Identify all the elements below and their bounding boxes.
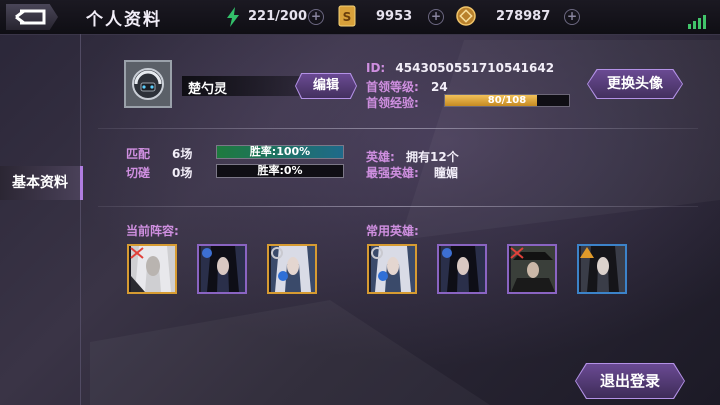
hero-card[interactable] [507, 244, 557, 294]
strongest-hero-name: 瞳媚 [434, 166, 459, 180]
divider [98, 128, 698, 129]
heroes-owned: 拥有12个 [406, 150, 459, 164]
change-avatar-button[interactable]: 更换头像 [588, 70, 682, 98]
exp-progress-bar: 80/108 [444, 94, 570, 107]
plus-icon: + [428, 9, 444, 25]
energy-value: 221/200 [248, 9, 308, 24]
spar-count: 0场 [172, 166, 193, 180]
hero-card[interactable] [197, 244, 247, 294]
hero-card[interactable] [577, 244, 627, 294]
match-winrate-text: 胜率:100% [249, 145, 311, 158]
avatar[interactable] [124, 60, 172, 108]
plus-icon: + [564, 9, 580, 25]
logout-button[interactable]: 退出登录 [576, 364, 684, 398]
id-label: ID: [366, 61, 386, 75]
sidebar [0, 34, 81, 405]
hero-card[interactable] [127, 244, 177, 294]
svg-text:S: S [343, 10, 352, 24]
player-id: ID: 4543050551710541642 [366, 61, 554, 75]
exp-value: 80/108 [487, 95, 527, 106]
edit-name-button[interactable]: 编辑 [296, 74, 356, 98]
current-lineup-label: 当前阵容: [126, 224, 179, 238]
level-label: 首领等级: [366, 80, 419, 94]
hero-card[interactable] [367, 244, 417, 294]
player-name: 楚勺灵 [188, 82, 228, 97]
page-title: 个人资料 [86, 10, 162, 30]
id-value: 4543050551710541642 [395, 61, 555, 75]
spar-winrate-text: 胜率:0% [257, 164, 303, 177]
match-label: 匹配 [126, 147, 151, 161]
hero-card[interactable] [267, 244, 317, 294]
spar-winrate-bar: 胜率:0% [216, 164, 344, 178]
back-button[interactable] [6, 4, 58, 30]
coins-value: 9953 [376, 9, 413, 24]
class-badge-icon [580, 247, 594, 258]
hero-card[interactable] [437, 244, 487, 294]
spar-label: 切磋 [126, 166, 151, 180]
back-arrow-icon [15, 9, 46, 25]
strongest-hero-label: 最强英雄: [366, 166, 419, 180]
class-badge-icon [130, 247, 144, 259]
divider [98, 206, 698, 207]
class-badge-icon [271, 247, 283, 259]
coin-card-icon: S [338, 5, 356, 27]
class-badge-icon [371, 247, 383, 259]
plus-icon: + [308, 9, 324, 25]
gold-value: 278987 [496, 9, 551, 24]
class-badge-icon [442, 248, 452, 258]
heroes-label: 英雄: [366, 150, 395, 164]
tab-basic-info[interactable]: 基本资料 [0, 166, 83, 200]
class-badge-icon [510, 247, 524, 259]
match-winrate-bar: 胜率:100% [216, 145, 344, 159]
class-badge-icon [202, 248, 212, 258]
match-count: 6场 [172, 147, 193, 161]
signal-icon [686, 10, 706, 29]
lightning-icon [227, 7, 239, 27]
avatar-helmet-icon [132, 68, 164, 100]
frequent-heroes-label: 常用英雄: [366, 224, 419, 238]
leader-level: 首领等级: 24 [366, 78, 448, 95]
leader-exp: 首领经验: [366, 94, 419, 111]
gold-coin-icon [456, 6, 476, 26]
level-value: 24 [431, 80, 448, 94]
exp-label: 首领经验: [366, 96, 419, 110]
